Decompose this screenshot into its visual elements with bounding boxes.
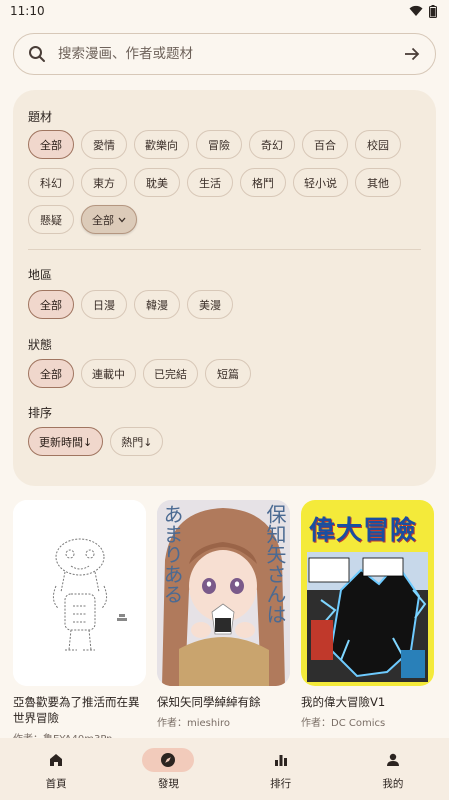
genre-more-dropdown[interactable]: 全部 (81, 205, 137, 234)
filter-panel: 題材 全部 愛情 歡樂向 冒險 奇幻 百合 校园 科幻 東方 耽美 生活 格鬥 … (13, 90, 436, 486)
status-row: 全部 連載中 已完結 短篇 (28, 359, 251, 388)
comic-author: 作者：DC Comics (301, 718, 386, 729)
nav-discover[interactable]: 發現 (112, 738, 224, 800)
comic-cover[interactable]: 保知矢さんは あまりある (157, 500, 290, 686)
status-chip[interactable]: 連載中 (81, 359, 136, 388)
cover-title-text: あまりある (160, 504, 184, 604)
genre-row-1: 全部 愛情 歡樂向 冒險 奇幻 百合 校园 (28, 130, 401, 159)
genre-chip[interactable]: 奇幻 (249, 130, 295, 159)
nav-label: 首頁 (45, 777, 67, 790)
status-chip[interactable]: 已完結 (143, 359, 198, 388)
bottom-nav: 首頁 發現 排行 我的 (0, 738, 449, 800)
person-icon (386, 753, 399, 766)
search-input[interactable] (58, 46, 403, 62)
region-title: 地區 (28, 268, 53, 282)
status-bar: 11:10 (0, 0, 449, 22)
nav-label: 我的 (382, 777, 404, 790)
genre-title: 題材 (28, 110, 53, 124)
comic-title: 我的偉大冒險V1 (301, 695, 386, 709)
sort-chip-popular[interactable]: 熱門↓ (110, 427, 164, 456)
nav-label: 排行 (270, 777, 292, 790)
comic-grid: 亞魯歡要為了推活而在異世界冒險 作者：亀EYA40m3Pn 保知矢さんは あまり… (13, 500, 449, 740)
status-chip-all[interactable]: 全部 (28, 359, 74, 388)
chevron-down-icon (118, 217, 126, 222)
comic-card[interactable]: 保知矢さんは あまりある 保知矢同學綽綽有餘 作者：mieshiro (157, 500, 292, 729)
nav-label: 發現 (157, 777, 179, 790)
comic-cover[interactable] (13, 500, 146, 686)
genre-chip[interactable]: 冒險 (196, 130, 242, 159)
arrow-right-icon[interactable] (403, 45, 421, 63)
comic-title: 保知矢同學綽綽有餘 (157, 695, 261, 709)
search-icon[interactable] (28, 45, 46, 63)
genre-chip[interactable]: 東方 (81, 168, 127, 197)
nav-profile[interactable]: 我的 (337, 738, 449, 800)
battery-icon (429, 4, 437, 18)
cover-art-ascii (13, 500, 146, 686)
region-chip-all[interactable]: 全部 (28, 290, 74, 319)
genre-chip[interactable]: 生活 (187, 168, 233, 197)
home-icon (50, 753, 63, 766)
status-time: 11:10 (10, 4, 45, 18)
divider (28, 249, 421, 250)
genre-chip[interactable]: 百合 (302, 130, 348, 159)
genre-chip[interactable]: 懸疑 (28, 205, 74, 234)
sort-row: 更新時間↓ 熱門↓ (28, 427, 164, 456)
genre-row-2: 科幻 東方 耽美 生活 格鬥 轻小说 其他 (28, 168, 401, 197)
genre-row-3: 懸疑 全部 (28, 205, 137, 234)
status-title: 狀態 (28, 338, 53, 352)
comic-card[interactable]: 偉大冒險 我的偉大冒險V1 作者：DC Comics (301, 500, 436, 729)
wifi-icon (409, 5, 423, 16)
nav-ranking[interactable]: 排行 (225, 738, 337, 800)
genre-chip[interactable]: 耽美 (134, 168, 180, 197)
genre-chip[interactable]: 格鬥 (240, 168, 286, 197)
genre-more-label: 全部 (92, 213, 114, 227)
comic-cover[interactable]: 偉大冒險 (301, 500, 434, 686)
sort-title: 排序 (28, 406, 53, 420)
region-chip[interactable]: 韓漫 (134, 290, 180, 319)
genre-chip[interactable]: 科幻 (28, 168, 74, 197)
genre-chip[interactable]: 校园 (355, 130, 401, 159)
nav-home[interactable]: 首頁 (0, 738, 112, 800)
cover-title-text: 偉大冒險 (309, 516, 418, 546)
cover-title-text: 保知矢さんは (263, 504, 287, 624)
genre-chip-all[interactable]: 全部 (28, 130, 74, 159)
region-row: 全部 日漫 韓漫 美漫 (28, 290, 233, 319)
genre-chip[interactable]: 歡樂向 (134, 130, 189, 159)
bar-chart-icon (274, 754, 287, 766)
compass-icon (161, 752, 176, 767)
comic-title: 亞魯歡要為了推活而在異世界冒險 (13, 695, 140, 725)
status-chip[interactable]: 短篇 (205, 359, 251, 388)
genre-chip[interactable]: 其他 (355, 168, 401, 197)
search-bar (13, 33, 436, 75)
comic-author: 作者：mieshiro (157, 718, 231, 729)
genre-chip[interactable]: 愛情 (81, 130, 127, 159)
region-chip[interactable]: 日漫 (81, 290, 127, 319)
region-chip[interactable]: 美漫 (187, 290, 233, 319)
comic-card[interactable]: 亞魯歡要為了推活而在異世界冒險 作者：亀EYA40m3Pn (13, 500, 148, 740)
sort-chip-updated[interactable]: 更新時間↓ (28, 427, 104, 456)
genre-chip[interactable]: 轻小说 (293, 168, 348, 197)
